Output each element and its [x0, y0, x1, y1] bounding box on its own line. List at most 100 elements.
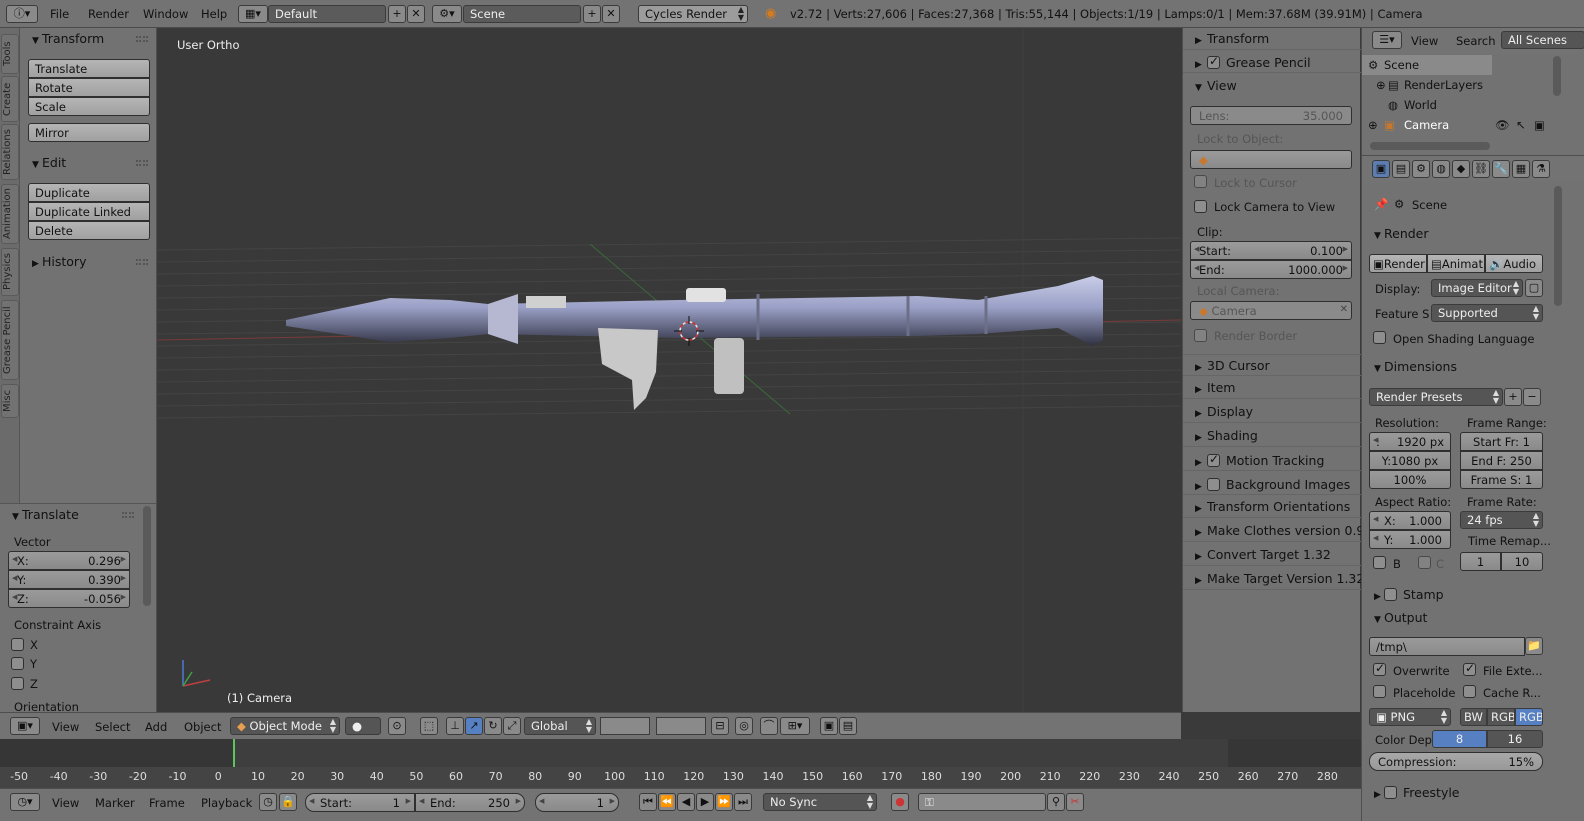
scene-icon[interactable]: ⚙▾ [432, 5, 462, 23]
edit-panel-header[interactable]: ▼ Edit [20, 152, 156, 174]
remove-preset-icon[interactable]: − [1523, 388, 1541, 406]
increment-arrow-icon[interactable]: ▶ [610, 797, 615, 805]
n-convert-target-header[interactable]: ▶ Convert Target 1.32 [1183, 544, 1361, 566]
outliner-row-world[interactable]: ◍ World [1362, 95, 1584, 115]
delete-scene-icon[interactable]: ✕ [602, 5, 620, 23]
scene-field[interactable]: Scene [463, 5, 581, 23]
properties-scrollbar[interactable] [1554, 186, 1562, 306]
jump-end-icon[interactable]: ⏭ [734, 793, 752, 811]
decrement-arrow-icon[interactable]: ◀ [1194, 245, 1199, 253]
duplicate-button[interactable]: Duplicate [28, 183, 150, 202]
aspect-y-field[interactable]: ◀ Y: 1.000 [1369, 530, 1451, 549]
opengl-render-icon[interactable]: ▣ [820, 717, 838, 735]
decrement-arrow-icon[interactable]: ◀ [1373, 515, 1378, 523]
aspect-x-field[interactable]: ◀ X: 1.000 [1369, 511, 1451, 530]
render-image-button[interactable]: ▣Render [1369, 254, 1427, 273]
increment-arrow-icon[interactable]: ▶ [1343, 264, 1348, 272]
proportional-edit-icon[interactable]: ◎ [735, 717, 753, 735]
decrement-arrow-icon[interactable]: ◀ [12, 593, 17, 601]
decrement-arrow-icon[interactable]: ◀ [12, 574, 17, 582]
translate-manipulator-icon[interactable]: ↗ [465, 717, 483, 735]
transform-orientation-dropdown[interactable]: Global ▲ ▼ [524, 717, 596, 735]
lock-interface-icon[interactable]: ▢ [1525, 279, 1543, 297]
selectable-cursor-icon[interactable]: ↖ [1516, 118, 1526, 132]
scene-layers-grid-2[interactable] [656, 717, 706, 735]
drag-grip-icon[interactable] [122, 512, 134, 518]
menu-help[interactable]: Help [201, 7, 227, 21]
file-extensions-checkbox[interactable] [1463, 661, 1476, 676]
operator-scrollbar[interactable] [143, 506, 151, 606]
render-panel-header[interactable]: ▼ Render [1362, 223, 1552, 245]
menu-render[interactable]: Render [88, 7, 129, 21]
drag-grip-icon[interactable] [136, 259, 148, 265]
tab-grease-pencil[interactable]: Grease Pencil [1, 300, 19, 380]
manipulator-toggle-icon[interactable]: ⊥ [446, 717, 464, 735]
tab-relations[interactable]: Relations [1, 124, 19, 180]
occlude-geometry-icon[interactable]: ⬚ [420, 717, 438, 735]
frame-menu[interactable]: Frame [149, 796, 185, 810]
browse-folder-icon[interactable]: 📁 [1525, 637, 1543, 655]
texture-context-icon[interactable]: ▦ [1512, 160, 1530, 178]
tab-misc[interactable]: Misc [1, 384, 19, 418]
render-presets-dropdown[interactable]: Render Presets ▲ ▼ [1369, 388, 1503, 406]
crop-checkbox[interactable] [1418, 556, 1431, 569]
play-icon[interactable]: ▶ [696, 793, 714, 811]
n-transform-header[interactable]: ▶ Transform [1183, 28, 1361, 50]
select-menu[interactable]: Select [95, 720, 130, 734]
depth-8-button[interactable]: 8 [1432, 730, 1487, 748]
jump-keyframe-forward-icon[interactable]: ⏩ [715, 793, 733, 811]
outliner-view-menu[interactable]: View [1411, 34, 1438, 48]
expand-icon[interactable]: ⊕ [1376, 78, 1386, 92]
drag-grip-icon[interactable] [136, 36, 148, 42]
timeline-ruler[interactable] [0, 767, 1361, 789]
drag-grip-icon[interactable] [136, 160, 148, 166]
scale-manipulator-icon[interactable]: ⤢ [503, 717, 521, 735]
constraints-context-icon[interactable]: ⛓ [1472, 160, 1490, 178]
lock-time-cursor-icon[interactable]: 🔒 [279, 793, 297, 811]
lens-field[interactable]: Lens: 35.000 [1190, 106, 1352, 125]
snap-element-icon[interactable]: ⊞▾ [780, 717, 810, 735]
tab-create[interactable]: Create [1, 76, 19, 122]
physics-context-icon[interactable]: ⚗ [1532, 160, 1550, 178]
n-view-header[interactable]: ▼ View [1183, 75, 1361, 97]
vector-z-field[interactable]: ◀ Z: -0.056 ▶ [8, 589, 130, 608]
rotate-button[interactable]: Rotate [28, 78, 150, 97]
display-dropdown[interactable]: Image Editor ▲ ▼ [1431, 279, 1523, 297]
lock-layers-icon[interactable]: ⊟ [711, 717, 729, 735]
jump-keyframe-back-icon[interactable]: ⏪ [658, 793, 676, 811]
scale-button[interactable]: Scale [28, 97, 150, 116]
menu-file[interactable]: File [50, 7, 69, 21]
pivot-point-icon[interactable]: ⊙ [388, 717, 406, 735]
resolution-percent-field[interactable]: 100% [1369, 470, 1451, 489]
resolution-x-field[interactable]: ◀:1920 px [1369, 432, 1451, 451]
clear-icon[interactable]: ✕ [1340, 304, 1348, 315]
object-menu[interactable]: Object [184, 720, 221, 734]
render-audio-button[interactable]: 🔊Audio [1485, 254, 1543, 273]
add-menu[interactable]: Add [145, 720, 167, 734]
compression-slider[interactable]: Compression: 15% [1369, 752, 1543, 771]
delete-button[interactable]: Delete [28, 221, 150, 240]
n-make-clothes-header[interactable]: ▶ Make Clothes version 0.949 [1183, 520, 1361, 542]
outliner-row-scene[interactable]: ⚙ Scene [1362, 55, 1492, 75]
output-panel-header[interactable]: ▼ Output [1362, 607, 1552, 629]
cache-result-checkbox[interactable] [1463, 685, 1476, 698]
osl-checkbox[interactable] [1373, 331, 1386, 344]
timeline-editor-type-icon[interactable]: ◷▾ [10, 793, 40, 811]
translate-operator-header[interactable]: ▼ Translate [0, 504, 156, 526]
increment-arrow-icon[interactable]: ▶ [406, 797, 411, 805]
visibility-eye-icon[interactable]: 👁 [1495, 118, 1510, 132]
history-panel-header[interactable]: ▶ History [20, 251, 156, 273]
add-preset-icon[interactable]: + [1504, 388, 1522, 406]
duplicate-linked-button[interactable]: Duplicate Linked [28, 202, 150, 221]
freestyle-panel-header[interactable]: ▶ Freestyle [1362, 781, 1552, 803]
stamp-panel-header[interactable]: ▶ Stamp [1362, 583, 1552, 605]
pin-icon[interactable]: 📌 [1374, 197, 1388, 211]
n-background-images-header[interactable]: ▶ Background Images [1183, 473, 1361, 495]
screen-layout-field[interactable]: Default [268, 5, 386, 23]
lock-camera-checkbox[interactable] [1194, 200, 1207, 213]
clip-end-field[interactable]: ◀ End: 1000.000 ▶ [1190, 260, 1352, 279]
transform-panel-header[interactable]: ▼ Transform [20, 28, 156, 50]
outliner-hscrollbar[interactable] [1370, 142, 1490, 150]
outliner-row-camera[interactable]: ⊕ ▣ Camera 👁 ↖ ▣ [1362, 115, 1584, 135]
decrement-arrow-icon[interactable]: ◀ [1373, 436, 1378, 444]
